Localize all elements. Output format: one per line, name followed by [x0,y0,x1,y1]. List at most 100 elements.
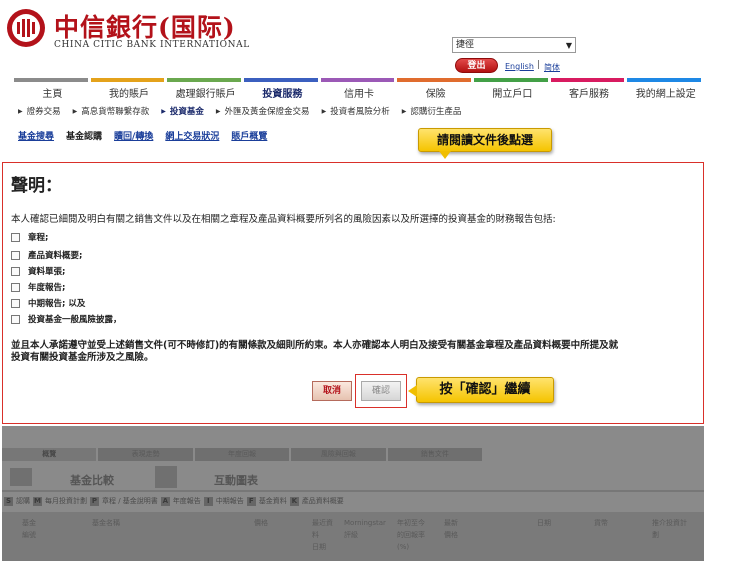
icon-legend: S 認購 M 每月投資計劃 P 章程 / 基金說明書 A 年度報告 I 中期報告 F 基金資… [4,496,344,506]
checkbox-risk-disclosure[interactable]: 投資基金一般風險披露， [11,313,122,325]
subnav-item-deposit[interactable]: ▶ 高息貨幣聯繫存款 [73,105,150,117]
nav-label: 我的網上設定 [635,89,696,100]
checkbox-interim-report[interactable]: 中期報告; 以及 [11,297,85,309]
nav-label: 我的賬戶 [109,89,149,100]
checkbox-label: 年度報告; [28,283,66,293]
nav-stripe [627,78,702,82]
subnav-label: 證券交易 [26,107,61,117]
logout-button[interactable]: 登出 [455,58,498,73]
legend-text: 中期報告 [215,497,244,505]
simplified-chinese-link[interactable]: 简体 [544,62,560,73]
bg-tab: 風險與回報 [291,448,386,461]
shortcut-select-value: 捷徑 [456,40,475,50]
nav-stripe [474,78,548,82]
checkbox-annual-report[interactable]: 年度報告; [11,281,65,293]
shortcut-select[interactable]: 捷徑 ▼ [452,37,576,53]
subnav-item-funds[interactable]: ▶ 投資基金 [161,105,204,117]
checkbox-label: 中期報告; 以及 [28,299,86,309]
triangle-right-icon: ▶ [72,107,78,115]
badge-a: A [160,496,170,506]
subnav-item-fx-margin[interactable]: ▶ 外匯及黃金保證金交易 [216,105,310,117]
tab-fund-search[interactable]: 基金搜尋 [18,129,54,142]
fund-compare-label: 基金比較 [70,474,114,487]
checkbox-box[interactable] [11,298,20,308]
subnav-label: 投資者風險分析 [330,107,390,117]
nav-label: 客戶服務 [569,89,610,100]
cancel-button[interactable]: 取消 [312,381,352,401]
checkbox-box[interactable] [11,232,20,242]
legend-text: 年度報告 [172,497,201,505]
subnav-item-risk-profile[interactable]: ▶ 投資者風險分析 [322,105,390,117]
subnav-label: 高息貨幣聯繫存款 [81,107,150,117]
col-currency: 貨幣 [594,519,608,527]
col-morningstar: Morningstar 評級 [344,519,386,539]
brand-name-en: CHINA CITIC BANK INTERNATIONAL [54,40,250,50]
bg-tab: 概覽 [2,448,97,461]
checkbox-box[interactable] [11,314,20,324]
nav-item-open-account[interactable]: 開立戶口 [474,78,551,100]
declaration-footer-line2: 投資有關投資基金所涉及之風險。 [11,352,154,363]
bg-tab: 銷售文件 [387,448,483,461]
checkbox-box[interactable] [11,282,20,292]
checkbox-factsheet[interactable]: 資料單張; [11,265,65,277]
triangle-right-icon: ▶ [215,107,221,115]
sub-nav: ▶ 證券交易 ▶ 高息貨幣聯繫存款 ▶ 投資基金 ▶ 外匯及黃金保證金交易 ▶ 投資者風險… [18,105,461,117]
nav-item-banking[interactable]: 處理銀行賬戶 [167,78,244,100]
nav-stripe [167,78,242,82]
nav-item-home[interactable]: 主頁 [14,78,91,100]
col-recommended-plan: 推介投資計劃 [652,519,687,539]
nav-label: 開立戶口 [492,89,533,100]
language-separator: | [537,60,541,70]
checkbox-kfs[interactable]: 產品資料概要; [11,249,82,261]
checkbox-prospectus[interactable]: 章程; [11,231,48,243]
checkbox-label: 產品資料概要; [28,251,83,261]
legend-text: 產品資料概要 [301,497,344,505]
main-nav: 主頁 我的賬戶 處理銀行賬戶 投資服務 信用卡 保險 開立戶口 客戶服務 我的網… [14,78,704,100]
english-link[interactable]: English [505,62,534,71]
nav-item-my-accounts[interactable]: 我的賬戶 [90,78,168,100]
background-page-overlay: 概覽 表現走勢 年度回報 風險與回報 銷售文件 基金比較 互動圖表 S 認購 M每… [2,426,704,561]
checkbox-box[interactable] [11,250,20,260]
badge-f: F [246,496,256,506]
declaration-title: 聲明： [11,176,62,196]
legend-text: 基金資料 [258,497,287,505]
triangle-right-icon: ▶ [401,107,407,115]
checkbox-box[interactable] [11,266,20,276]
scales-icon [10,468,32,486]
tab-fund-subscribe[interactable]: 基金認購 [66,129,102,142]
nav-item-insurance[interactable]: 保險 [397,78,474,100]
fund-table-header: 基金 編號 基金名稱 價格 最近資料日期 Morningstar 評級 年初至今 的回… [2,512,704,561]
nav-item-customer-service[interactable]: 客戶服務 [550,78,628,100]
col-latest-price: 最新 價格 [444,519,458,539]
subnav-label: 投資基金 [169,107,204,117]
nav-label: 投資服務 [262,89,303,100]
nav-label: 保險 [425,89,446,100]
subnav-item-derivatives[interactable]: ▶ 認購衍生產品 [402,105,462,117]
col-fund-code: 基金 編號 [22,519,36,539]
subnav-label: 外匯及黃金保證金交易 [224,107,310,117]
declaration-intro: 本人確認已細閱及明白有關之銷售文件以及在相關之章程及產品資料概要所列名的風險因素… [11,214,556,225]
callout-read-docs: 請閱讀文件後點選 [418,128,552,159]
subnav-item-securities[interactable]: ▶ 證券交易 [18,105,61,117]
nav-item-credit-card[interactable]: 信用卡 [320,78,398,100]
tab-online-status[interactable]: 網上交易狀況 [165,129,219,142]
fund-tabs: 基金搜尋 基金認購 贖回/轉換 網上交易狀況 賬戶概覽 [18,129,267,142]
checkbox-label: 資料單張; [28,267,66,277]
confirm-button[interactable]: 確認 [361,381,401,401]
subnav-label: 認購衍生產品 [410,107,462,117]
badge-m: M [33,496,42,506]
nav-stripe [244,78,318,82]
nav-item-investment[interactable]: 投資服務 [244,78,321,100]
citic-logo-icon [7,9,45,47]
tab-account-overview[interactable]: 賬戶概覽 [231,129,267,142]
background-tabs: 概覽 表現走勢 年度回報 風險與回報 銷售文件 [2,448,483,461]
checkbox-label: 章程; [28,233,49,243]
chart-icon [155,466,177,488]
triangle-right-icon: ▶ [18,107,23,115]
tab-redeem-switch[interactable]: 贖回/轉換 [114,129,153,142]
checkbox-label: 投資基金一般風險披露， [28,315,122,325]
nav-label: 主頁 [42,89,63,100]
nav-item-my-settings[interactable]: 我的網上設定 [627,78,704,100]
col-date: 日期 [537,519,551,527]
badge-k: K [289,496,299,506]
